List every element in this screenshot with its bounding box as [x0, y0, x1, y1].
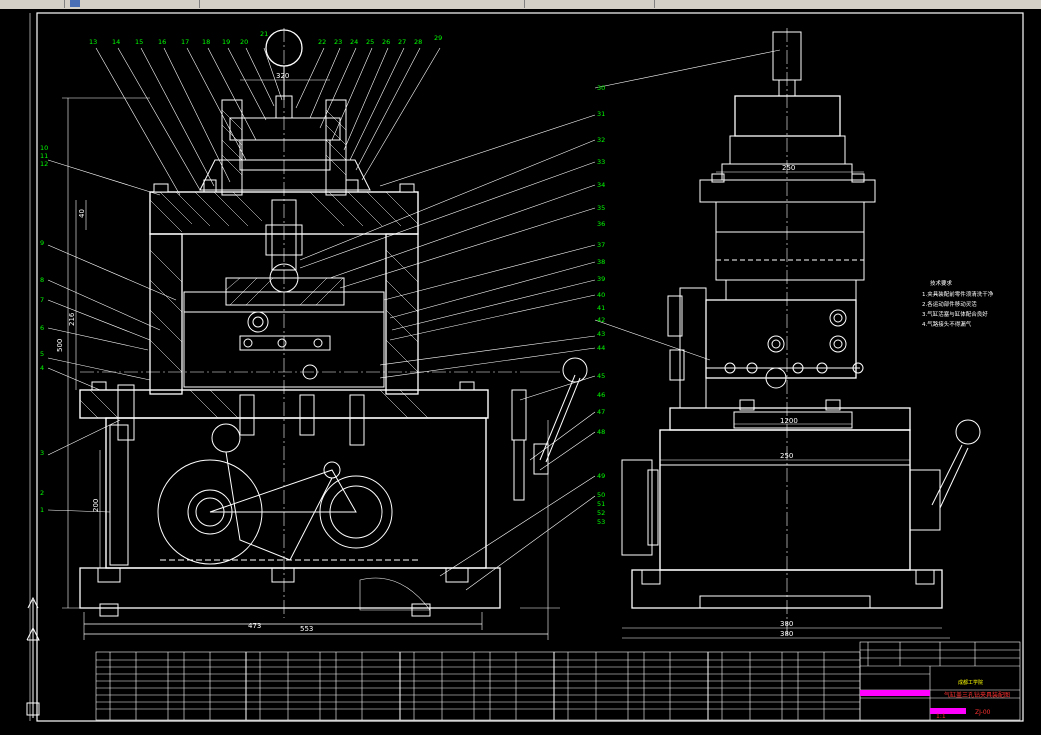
callout-53: 53 [597, 518, 605, 526]
callout-13: 13 [89, 38, 97, 46]
callout-20: 20 [240, 38, 248, 46]
callout-5: 5 [40, 350, 44, 358]
callout-41: 41 [597, 304, 605, 312]
dim-front-overall-width: 553 [300, 625, 313, 633]
callout-39: 39 [597, 275, 605, 283]
callout-43: 43 [597, 330, 605, 338]
callout-44: 44 [597, 344, 605, 352]
dim-side-overall-width: 380 [780, 620, 793, 628]
title-school: 成都工学院 [958, 679, 983, 686]
callout-18: 18 [202, 38, 210, 46]
callout-47: 47 [597, 408, 605, 416]
callout-48: 48 [597, 428, 605, 436]
callout-30: 30 [597, 84, 605, 92]
dim-side-base-width: 250 [780, 452, 793, 460]
toolbar-segment[interactable] [0, 0, 65, 8]
dim-front-height-left: 500 [56, 339, 64, 352]
title-drawing-name: 气缸盖三孔钻夹具装配图 [944, 691, 1010, 699]
callout-22: 22 [318, 38, 326, 46]
dim-side-mid: 1200 [780, 417, 798, 425]
callout-36: 36 [597, 220, 605, 228]
callout-21: 21 [260, 30, 268, 38]
toolbar-segment[interactable] [64, 0, 200, 8]
callout-1: 1 [40, 506, 44, 514]
title-scale: 1:1 [936, 713, 946, 720]
toolbar-segment[interactable] [654, 0, 1041, 8]
callout-37: 37 [597, 241, 605, 249]
dim-side-bottom: 380 [780, 630, 793, 638]
callout-28: 28 [414, 38, 422, 46]
callout-15: 15 [135, 38, 143, 46]
callout-50: 50 [597, 491, 605, 499]
toolbar-segment[interactable] [524, 0, 655, 8]
callout-8: 8 [40, 276, 44, 284]
callout-17: 17 [181, 38, 189, 46]
dim-side-top: 250 [782, 164, 795, 172]
notes-line: 4.气路接头不得漏气 [922, 320, 972, 328]
notes-line: 1.夹具装配前零件须清洗干净 [922, 290, 994, 298]
callout-3: 3 [40, 449, 44, 457]
callout-10: 10 [40, 144, 48, 152]
callout-46: 46 [597, 391, 605, 399]
callout-31: 31 [597, 110, 605, 118]
notes-title: 技术要求 [930, 279, 953, 287]
callout-26: 26 [382, 38, 390, 46]
callout-19: 19 [222, 38, 230, 46]
dim-front-top: 320 [276, 72, 289, 80]
callout-11: 11 [40, 152, 48, 160]
callout-23: 23 [334, 38, 342, 46]
title-drawing-number: ZJ-00 [975, 709, 991, 716]
callout-6: 6 [40, 324, 44, 332]
callout-52: 52 [597, 509, 605, 517]
cad-drawing[interactable]: 553 473 320 500 216 40 200 250 1200 250 … [0, 9, 1041, 735]
callout-24: 24 [350, 38, 358, 46]
callout-2: 2 [40, 489, 44, 497]
callout-34: 34 [597, 181, 605, 189]
callout-16: 16 [158, 38, 166, 46]
callout-25: 25 [366, 38, 374, 46]
notes-line: 3.气缸活塞与缸体配合良好 [922, 310, 988, 318]
callout-14: 14 [112, 38, 120, 46]
dim-front-height-bottom: 200 [92, 499, 100, 512]
callout-27: 27 [398, 38, 406, 46]
callout-49: 49 [597, 472, 605, 480]
notes-line: 2.各运动部件移动灵活 [922, 300, 977, 308]
dim-front-height-small: 40 [78, 209, 86, 218]
callout-32: 32 [597, 136, 605, 144]
callout-45: 45 [597, 372, 605, 380]
dim-front-height-mid: 216 [68, 312, 76, 326]
toolbar-segment[interactable] [199, 0, 525, 8]
callout-7: 7 [40, 296, 44, 304]
dim-front-base-width: 473 [248, 622, 261, 630]
callout-9: 9 [40, 239, 44, 247]
callout-42: 42 [597, 316, 605, 324]
callout-40: 40 [597, 291, 605, 299]
callout-4: 4 [40, 364, 44, 372]
callout-33: 33 [597, 158, 605, 166]
callout-38: 38 [597, 258, 605, 266]
callout-29: 29 [434, 34, 442, 42]
callout-35: 35 [597, 204, 605, 212]
callout-51: 51 [597, 500, 605, 508]
callout-12: 12 [40, 160, 48, 168]
